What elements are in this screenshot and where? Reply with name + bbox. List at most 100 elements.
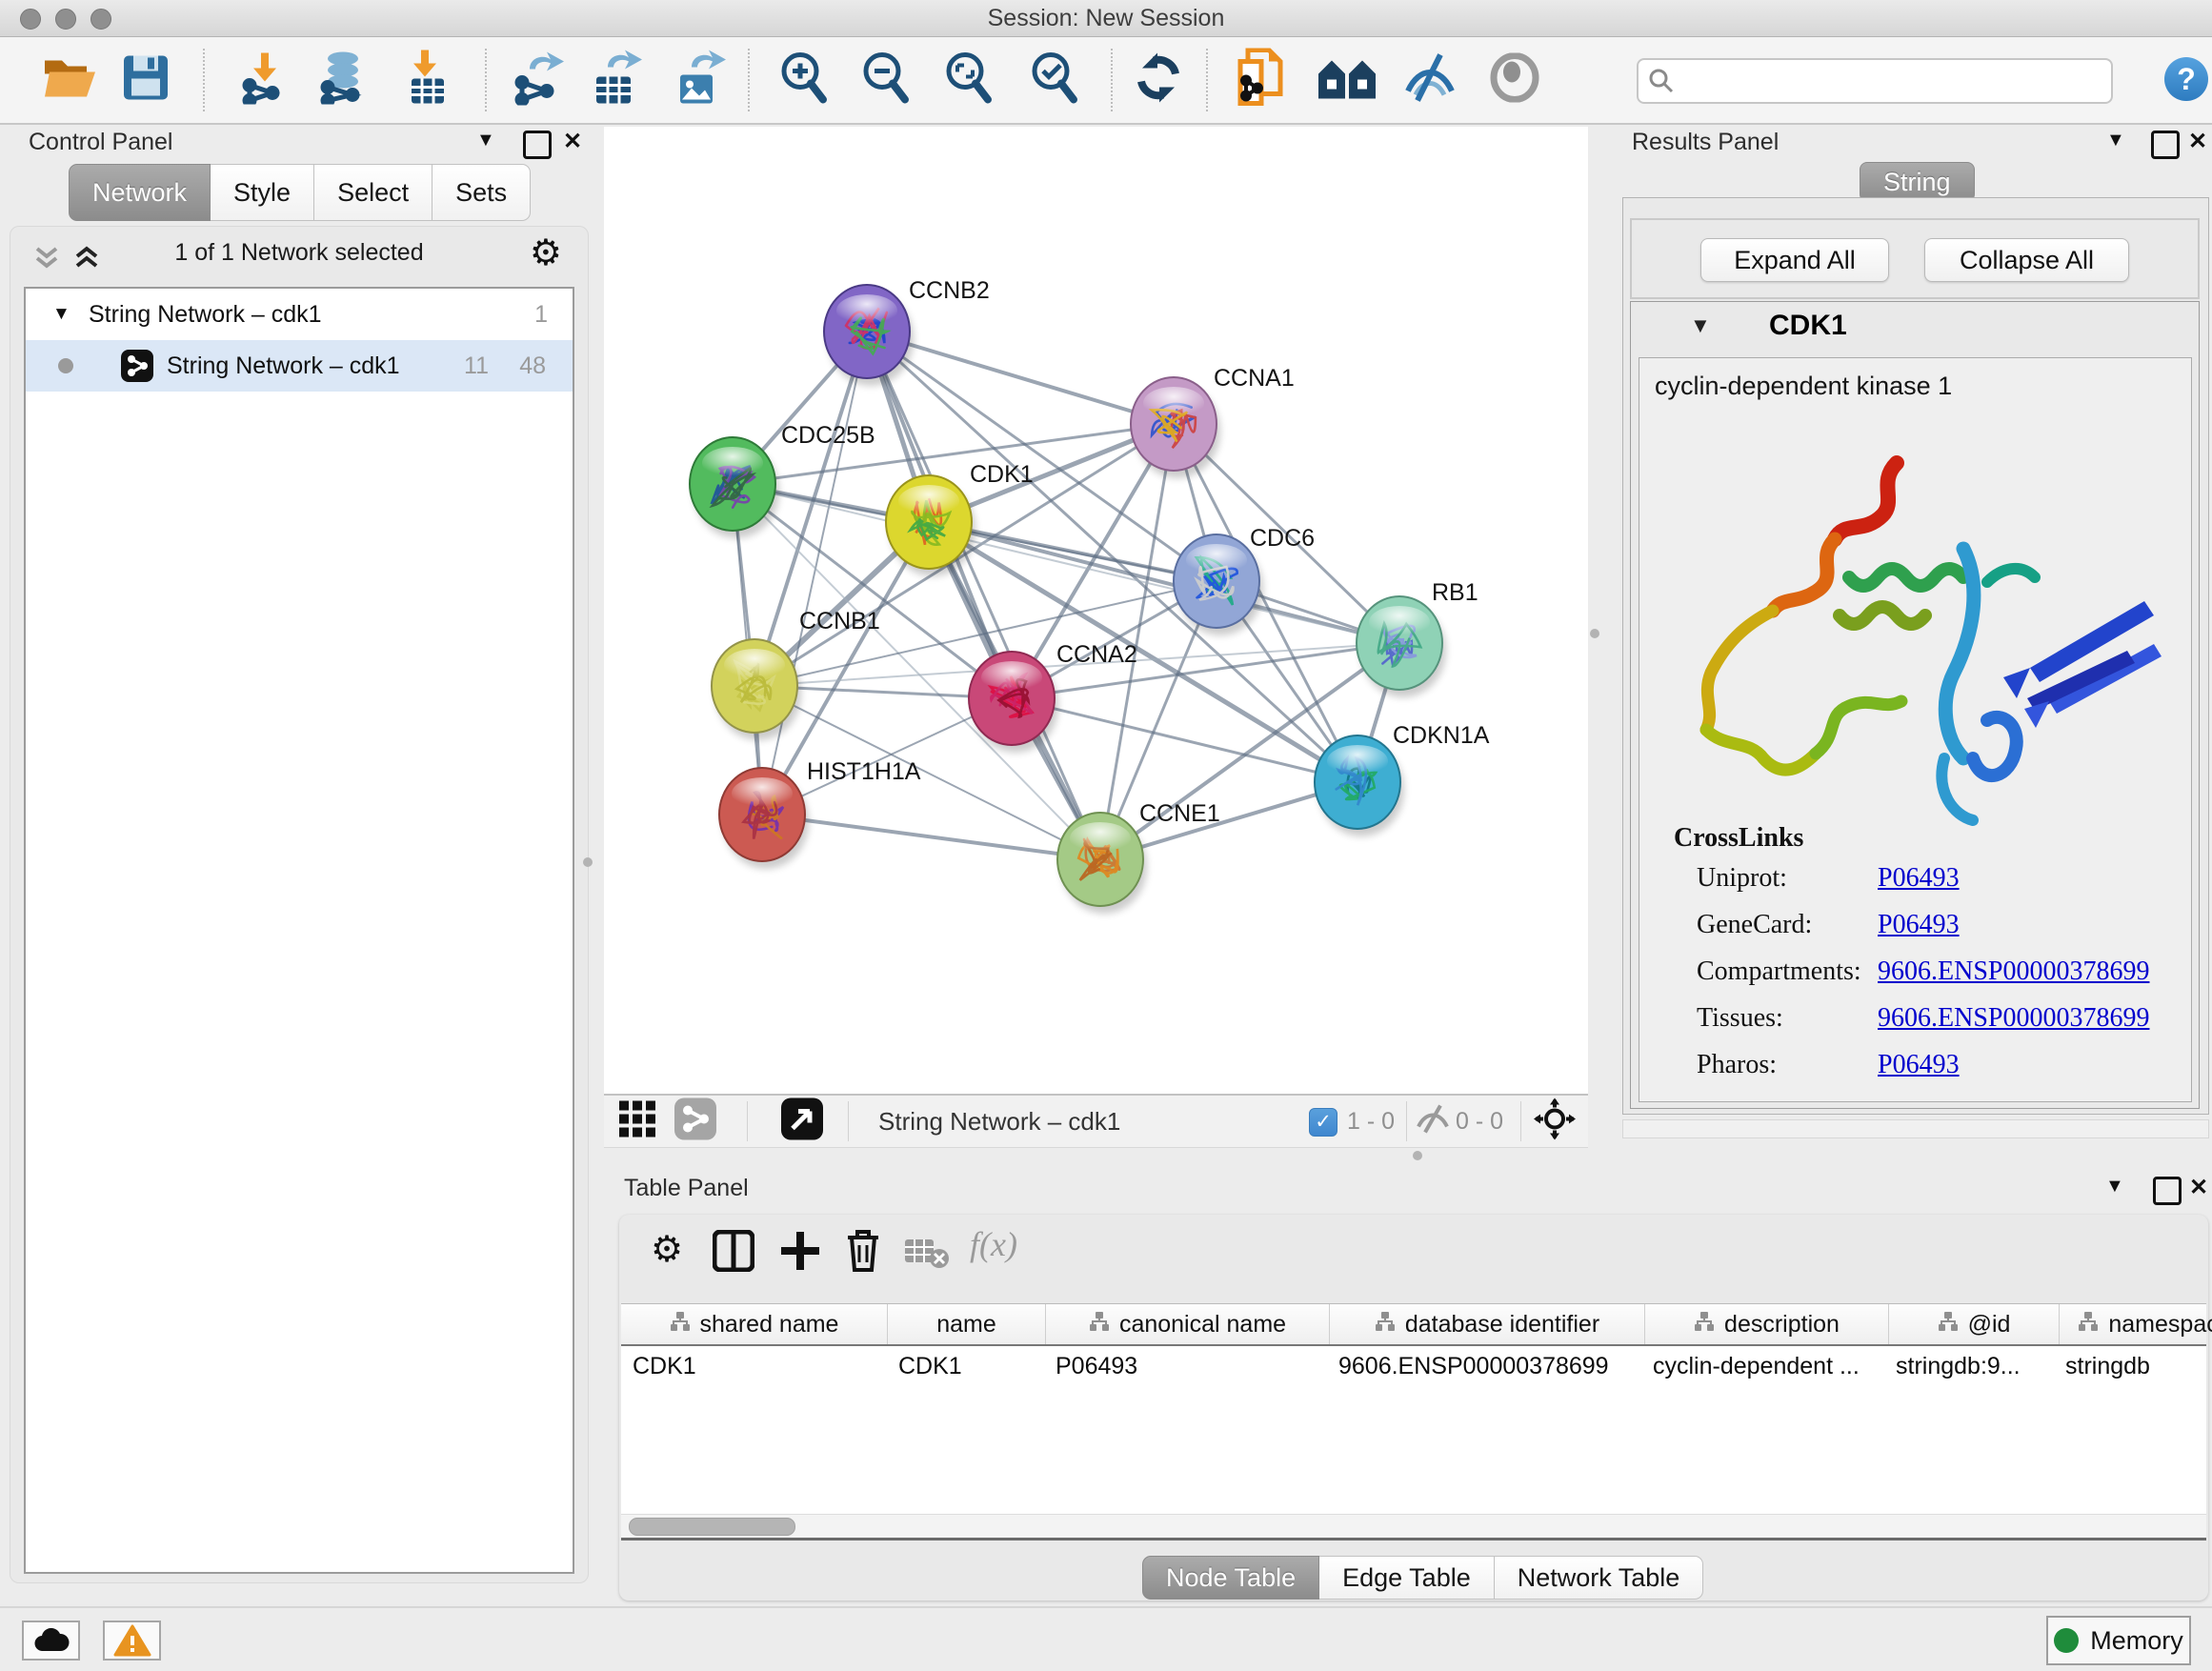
export-image-icon[interactable] [674,50,726,111]
network-thumbnail-icon[interactable] [674,1098,716,1145]
network-graph[interactable]: CCNB2CCNA1CDC25BCDK1CDC6RB1CCNB1CCNA2CDK… [604,127,1588,1094]
column-header-shared-name[interactable]: shared name [621,1304,888,1344]
gene-header-row[interactable]: ▼ CDK1 [1631,302,2199,354]
network-from-document-icon[interactable] [1233,49,1288,112]
crosslink-link[interactable]: 9606.ENSP00000378699 [1878,1003,2149,1034]
table-row[interactable]: CDK1CDK1P064939606.ENSP00000378699cyclin… [621,1346,2206,1386]
node-gloss [1143,387,1204,419]
tab-edge-table[interactable]: Edge Table [1319,1556,1495,1600]
toolbar-search-field[interactable] [1637,58,2113,104]
tab-network[interactable]: Network [69,164,211,221]
table-cell[interactable]: CDK1 [887,1346,1044,1386]
import-network-file-icon[interactable] [240,51,290,110]
column-header-namespace[interactable]: namespace [2060,1304,2212,1344]
birds-eye-view-icon[interactable] [1488,53,1541,108]
grid-view-icon[interactable] [619,1101,655,1142]
column-header-@id[interactable]: @id [1889,1304,2060,1344]
table-cell[interactable]: cyclin-dependent ... [1641,1346,1884,1386]
tab-style[interactable]: Style [211,164,314,221]
warning-icon [113,1624,151,1657]
table-horizontal-scrollbar[interactable] [621,1514,2206,1538]
table-cell[interactable]: CDK1 [621,1346,887,1386]
warning-status-button[interactable] [103,1621,161,1661]
help-button[interactable]: ? [2164,57,2208,101]
tab-sets[interactable]: Sets [432,164,531,221]
close-panel-icon[interactable]: ✕ [563,128,582,155]
detach-view-icon[interactable] [781,1098,823,1145]
network-options-gear-icon[interactable]: ⚙ [530,235,562,272]
tab-node-table[interactable]: Node Table [1142,1556,1319,1600]
node-label-RB1: RB1 [1432,579,1478,606]
network-collection-row[interactable]: ▼ String Network – cdk1 1 [26,289,573,340]
open-session-icon[interactable] [42,55,97,106]
tab-network-table[interactable]: Network Table [1495,1556,1704,1600]
tab-string[interactable]: String [1860,162,1975,202]
selected-nodes-checkbox[interactable]: ✓ [1309,1108,1337,1137]
table-options-gear-icon[interactable]: ⚙ [651,1232,683,1268]
expand-all-button[interactable]: Expand All [1700,238,1889,282]
horizontal-splitter-handle[interactable] [1413,1151,1422,1160]
column-header-description[interactable]: description [1645,1304,1889,1344]
search-input[interactable] [1682,62,2096,100]
crosslink-link[interactable]: 9606.ENSP00000378699 [1878,956,2149,987]
zoom-in-icon[interactable] [777,50,829,111]
zoom-selected-icon[interactable] [1028,50,1079,111]
close-panel-icon[interactable]: ✕ [2188,128,2207,155]
show-hide-graphics-icon[interactable] [1402,53,1458,108]
vertical-splitter-handle[interactable] [1590,629,1599,638]
column-header-database-identifier[interactable]: database identifier [1330,1304,1645,1344]
table-cell[interactable]: 9606.ENSP00000378699 [1327,1346,1641,1386]
collapse-panel-icon[interactable]: ▼ [476,130,495,151]
table-cell[interactable]: stringdb [2054,1346,2212,1386]
crosslink-link[interactable]: P06493 [1878,910,1960,940]
gene-section: ▼ CDK1 cyclin-dependent kinase 1 [1630,301,2200,1109]
zoom-out-icon[interactable] [859,50,911,111]
export-network-icon[interactable] [513,50,564,111]
home-houses-icon[interactable] [1317,53,1377,108]
network-row-selected[interactable]: String Network – cdk1 11 48 [26,340,573,392]
node-gloss [981,661,1042,694]
close-panel-icon[interactable]: ✕ [2189,1174,2208,1201]
float-panel-icon[interactable] [2153,1177,2182,1205]
delete-table-icon [905,1238,949,1275]
collapse-panel-icon[interactable]: ▼ [2105,1176,2124,1198]
column-header-canonical-name[interactable]: canonical name [1046,1304,1330,1344]
scrollbar-thumb[interactable] [629,1518,795,1536]
refresh-icon[interactable] [1134,53,1183,108]
vertical-splitter-handle[interactable] [583,857,593,867]
add-column-icon[interactable] [779,1230,821,1277]
network-tree: ▼ String Network – cdk1 1 String Network… [24,287,574,1574]
zoom-fit-icon[interactable] [942,50,994,111]
float-panel-icon[interactable] [523,131,552,159]
import-table-file-icon[interactable] [404,50,452,111]
network-view-canvas[interactable]: CCNB2CCNA1CDC25BCDK1CDC6RB1CCNB1CCNA2CDK… [604,127,1588,1094]
section-expander-icon[interactable]: ▼ [1690,313,1711,338]
show-columns-icon[interactable] [713,1230,754,1277]
tab-select[interactable]: Select [314,164,432,221]
export-table-icon[interactable] [591,50,642,111]
crosslink-row: Uniprot:P06493 [1697,863,2172,894]
save-session-icon[interactable] [122,54,170,107]
cloud-status-button[interactable] [22,1621,80,1661]
column-header-name[interactable]: name [888,1304,1046,1344]
table-cell[interactable]: stringdb:9... [1884,1346,2054,1386]
tree-expander-icon[interactable]: ▼ [52,289,70,340]
results-horizontal-scrollbar[interactable] [1622,1119,2209,1138]
crosslink-link[interactable]: P06493 [1878,863,1960,894]
float-panel-icon[interactable] [2151,131,2180,159]
node-label-CCNB2: CCNB2 [909,277,990,304]
close-window-button[interactable] [20,9,41,30]
network-edge[interactable] [762,815,1100,859]
zoom-window-button[interactable] [90,9,111,30]
crosslink-link[interactable]: P06493 [1878,1050,1960,1080]
memory-button[interactable]: Memory [2046,1616,2191,1665]
minimize-window-button[interactable] [55,9,76,30]
network-edge[interactable] [929,522,1399,643]
navigator-crosshair-icon[interactable] [1534,1098,1576,1145]
import-network-database-icon[interactable] [316,51,370,110]
network-edge[interactable] [762,332,867,815]
collapse-all-button[interactable]: Collapse All [1924,238,2129,282]
table-cell[interactable]: P06493 [1044,1346,1327,1386]
delete-column-icon[interactable] [844,1228,882,1278]
collapse-panel-icon[interactable]: ▼ [2106,130,2125,151]
